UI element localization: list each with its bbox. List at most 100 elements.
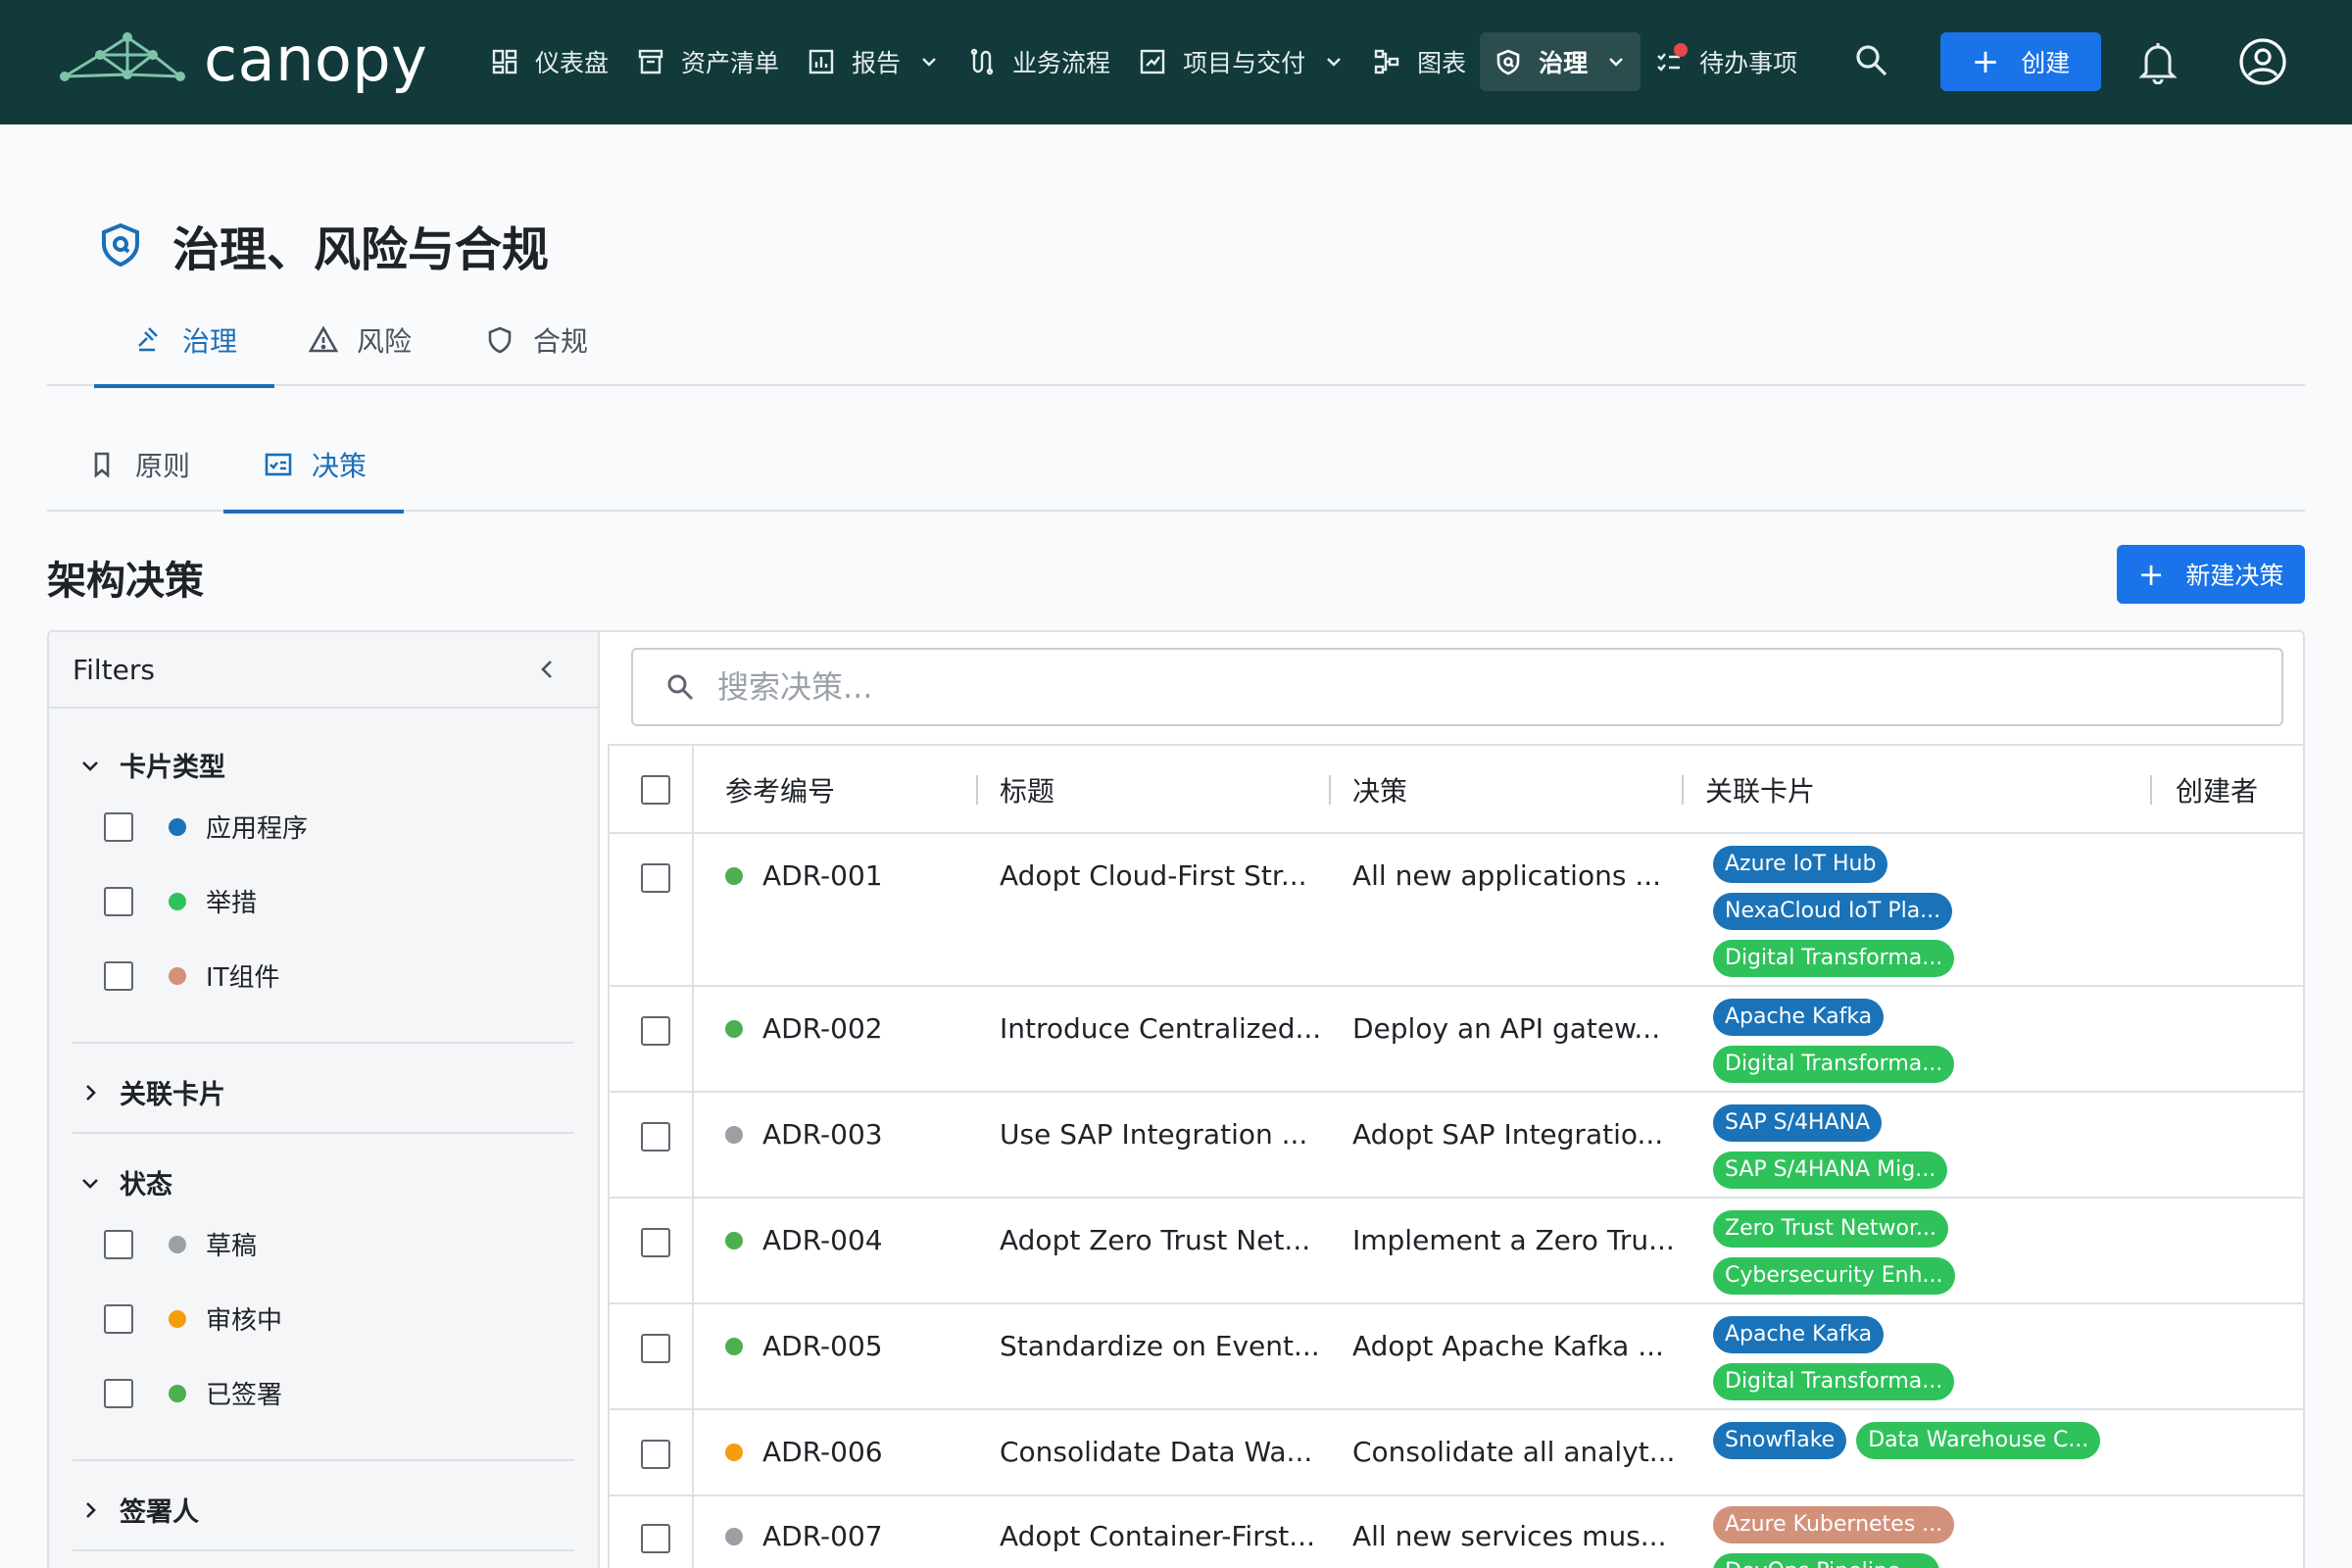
column-header-ref[interactable]: 参考编号 bbox=[725, 746, 835, 834]
table-row[interactable]: ADR-006 Consolidate Data Wa... Consolida… bbox=[610, 1410, 2303, 1496]
page-title: 治理、风险与合规 bbox=[172, 222, 550, 277]
row-checkbox[interactable] bbox=[641, 1334, 670, 1363]
column-resizer[interactable] bbox=[2150, 775, 2152, 805]
divider bbox=[73, 1042, 574, 1044]
filter-group-card-type[interactable]: 卡片类型 bbox=[78, 746, 225, 784]
filter-option-initiative[interactable]: 举措 bbox=[104, 883, 257, 919]
ref-cell[interactable]: ADR-004 bbox=[725, 1224, 883, 1256]
page-header: 治理、风险与合规 bbox=[96, 211, 549, 279]
table-row[interactable]: ADR-002 Introduce Centralized... Deploy … bbox=[610, 987, 2303, 1093]
tab-compliance[interactable]: 合规 bbox=[484, 294, 588, 386]
filter-option-signed[interactable]: 已签署 bbox=[104, 1375, 282, 1411]
checkbox[interactable] bbox=[104, 1378, 133, 1408]
type-dot bbox=[169, 966, 186, 985]
table-row[interactable]: ADR-001 Adopt Cloud-First Str... All new… bbox=[610, 834, 2303, 987]
card-tag[interactable]: Zero Trust Networ... bbox=[1713, 1210, 1948, 1248]
card-tag[interactable]: Azure Kubernetes ... bbox=[1713, 1506, 1955, 1544]
card-tag[interactable]: SAP S/4HANA bbox=[1713, 1104, 1883, 1142]
checkbox[interactable] bbox=[104, 811, 133, 842]
ref-cell[interactable]: ADR-001 bbox=[725, 859, 883, 892]
row-checkbox[interactable] bbox=[641, 1122, 670, 1152]
card-tag[interactable]: Data Warehouse C... bbox=[1856, 1422, 2101, 1459]
row-checkbox[interactable] bbox=[641, 1228, 670, 1257]
row-checkbox[interactable] bbox=[641, 1440, 670, 1469]
table-row[interactable]: ADR-007 Adopt Container-First... All new… bbox=[610, 1496, 2303, 1568]
nav-inventory[interactable]: 资产清单 bbox=[622, 32, 793, 91]
nav-governance[interactable]: 治理 bbox=[1480, 32, 1642, 91]
ref-cell[interactable]: ADR-006 bbox=[725, 1436, 883, 1468]
card-tag[interactable]: Apache Kafka bbox=[1713, 999, 1885, 1036]
ref-id: ADR-006 bbox=[762, 1436, 883, 1468]
checkbox[interactable] bbox=[104, 1229, 133, 1259]
warning-icon bbox=[308, 325, 339, 353]
tab-compliance-label: 合规 bbox=[533, 325, 589, 358]
tab-governance[interactable]: 治理 bbox=[94, 294, 275, 388]
tab-principles[interactable]: 原则 bbox=[86, 416, 190, 512]
search-icon bbox=[667, 674, 694, 701]
nav-diagrams[interactable]: 图表 bbox=[1358, 32, 1480, 91]
filter-group-status[interactable]: 状态 bbox=[78, 1163, 172, 1201]
search-input[interactable] bbox=[717, 668, 2187, 706]
checkbox[interactable] bbox=[104, 1303, 133, 1334]
tab-risk[interactable]: 风险 bbox=[308, 294, 412, 386]
card-tag[interactable]: Cybersecurity Enh... bbox=[1713, 1257, 1955, 1295]
card-tag[interactable]: Digital Transforma... bbox=[1713, 940, 1955, 977]
select-all-checkbox[interactable] bbox=[641, 775, 670, 805]
filters-header: Filters bbox=[49, 632, 600, 709]
tab-decisions[interactable]: 决策 bbox=[223, 416, 405, 514]
table-row[interactable]: ADR-003 Use SAP Integration ... Adopt SA… bbox=[610, 1093, 2303, 1199]
column-header-decision[interactable]: 决策 bbox=[1352, 746, 1407, 834]
nav-projects-delivery[interactable]: 项目与交付 bbox=[1124, 32, 1358, 91]
related-cards-cell: Azure Kubernetes ... DevOps Pipeline ... bbox=[1713, 1506, 2007, 1568]
column-header-related-cards[interactable]: 关联卡片 bbox=[1705, 746, 1815, 834]
card-tag[interactable]: Snowflake bbox=[1713, 1422, 1847, 1459]
user-avatar-icon[interactable] bbox=[2238, 37, 2287, 86]
column-header-title[interactable]: 标题 bbox=[1000, 746, 1054, 834]
nav-reports[interactable]: 报告 bbox=[793, 32, 954, 91]
card-tag[interactable]: Digital Transforma... bbox=[1713, 1046, 1955, 1083]
column-resizer[interactable] bbox=[1682, 775, 1684, 805]
column-resizer[interactable] bbox=[1329, 775, 1331, 805]
column-header-creator[interactable]: 创建者 bbox=[2176, 746, 2258, 834]
checkbox[interactable] bbox=[104, 886, 133, 916]
filter-option-draft[interactable]: 草稿 bbox=[104, 1226, 257, 1262]
ref-cell[interactable]: ADR-002 bbox=[725, 1012, 883, 1045]
new-decision-button[interactable]: + 新建决策 bbox=[2117, 545, 2305, 604]
delivery-icon bbox=[1138, 47, 1167, 76]
checkbox[interactable] bbox=[104, 960, 133, 991]
ref-cell[interactable]: ADR-003 bbox=[725, 1118, 883, 1151]
plus-icon: + bbox=[1971, 42, 2000, 81]
nav-business-process[interactable]: 业务流程 bbox=[954, 32, 1124, 91]
row-checkbox[interactable] bbox=[641, 1016, 670, 1046]
table-row[interactable]: ADR-004 Adopt Zero Trust Net... Implemen… bbox=[610, 1199, 2303, 1304]
card-tag[interactable]: SAP S/4HANA Mig... bbox=[1713, 1152, 1948, 1189]
filter-group-related-cards[interactable]: 关联卡片 bbox=[78, 1073, 225, 1111]
card-tag[interactable]: Azure IoT Hub bbox=[1713, 846, 1888, 883]
row-checkbox[interactable] bbox=[641, 1524, 670, 1553]
card-tag[interactable]: Digital Transforma... bbox=[1713, 1363, 1955, 1400]
card-tag[interactable]: Apache Kafka bbox=[1713, 1316, 1885, 1353]
card-tag[interactable]: NexaCloud IoT Pla... bbox=[1713, 893, 1953, 930]
ref-cell[interactable]: ADR-005 bbox=[725, 1330, 883, 1362]
filter-option-label: 已签署 bbox=[206, 1381, 283, 1410]
search-icon[interactable] bbox=[1852, 41, 1891, 80]
filter-option-it-component[interactable]: IT组件 bbox=[104, 957, 280, 994]
column-resizer[interactable] bbox=[976, 775, 978, 805]
create-button[interactable]: + 创建 bbox=[1940, 32, 2101, 91]
nav-todos[interactable]: 待办事项 bbox=[1641, 32, 1811, 91]
filter-option-application[interactable]: 应用程序 bbox=[104, 808, 308, 845]
nav-dashboard[interactable]: 仪表盘 bbox=[476, 32, 622, 91]
related-cards-cell: Zero Trust Networ... Cybersecurity Enh..… bbox=[1713, 1210, 2007, 1304]
dashboard-icon bbox=[490, 47, 519, 76]
filter-option-in-review[interactable]: 审核中 bbox=[104, 1300, 282, 1337]
ref-cell[interactable]: ADR-007 bbox=[725, 1520, 883, 1552]
filter-group-signatories[interactable]: 签署人 bbox=[78, 1491, 199, 1529]
canopy-logo[interactable]: canopy bbox=[59, 29, 427, 90]
row-checkbox[interactable] bbox=[641, 863, 670, 893]
table-row[interactable]: ADR-005 Standardize on Event... Adopt Ap… bbox=[610, 1304, 2303, 1410]
search-box[interactable] bbox=[631, 648, 2283, 726]
chevron-left-icon[interactable] bbox=[533, 656, 561, 683]
bell-icon[interactable] bbox=[2136, 39, 2180, 84]
title-cell: Adopt Container-First... bbox=[1000, 1520, 1315, 1552]
card-tag[interactable]: DevOps Pipeline ... bbox=[1713, 1553, 1940, 1568]
